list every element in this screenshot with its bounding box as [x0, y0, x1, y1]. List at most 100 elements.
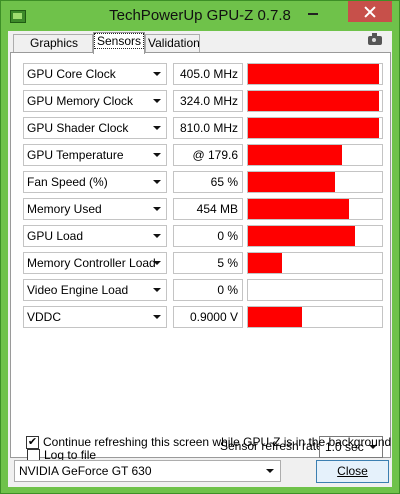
- sensor-row: Memory Used 454 MB: [23, 198, 388, 220]
- sensor-label: VDDC: [27, 310, 62, 324]
- sensor-graph: [247, 225, 383, 247]
- tab-graphics-card[interactable]: Graphics Card: [13, 34, 93, 67]
- chevron-down-icon: [153, 180, 161, 184]
- sensor-value-box: 0 %: [173, 225, 243, 247]
- sensor-value: 5 %: [217, 256, 238, 270]
- title-bar[interactable]: TechPowerUp GPU-Z 0.7.8: [1, 1, 399, 31]
- sensor-label-select[interactable]: GPU Core Clock: [23, 63, 167, 85]
- tab-sensors[interactable]: Sensors: [93, 32, 145, 54]
- sensor-graph: [247, 171, 383, 193]
- sensor-graph: [247, 252, 383, 274]
- minimize-button[interactable]: [301, 1, 325, 22]
- sensor-value: @ 179.6: [192, 148, 238, 162]
- chevron-down-icon: [153, 126, 161, 130]
- continue-refresh-label: Continue refreshing this screen while GP…: [43, 435, 392, 449]
- sensor-graph: [247, 306, 383, 328]
- sensor-graph: [247, 63, 383, 85]
- sensor-graph: [247, 117, 383, 139]
- tab-validation-label: Validation: [148, 36, 200, 50]
- chevron-down-icon: [266, 469, 274, 473]
- tab-sensors-label: Sensors: [94, 33, 145, 49]
- sensor-value: 0 %: [217, 229, 238, 243]
- sensor-row: VDDC 0.9000 V: [23, 306, 388, 328]
- sensor-row: GPU Memory Clock 324.0 MHz: [23, 90, 388, 112]
- sensor-label: Video Engine Load: [27, 283, 129, 297]
- sensor-graph-bar: [248, 91, 380, 111]
- sensor-label-select[interactable]: Fan Speed (%): [23, 171, 167, 193]
- close-button-label: Close: [337, 464, 368, 478]
- sensor-value: 405.0 MHz: [179, 67, 238, 81]
- sensor-label-select[interactable]: GPU Shader Clock: [23, 117, 167, 139]
- sensor-graph: [247, 90, 383, 112]
- sensor-graph: [247, 198, 383, 220]
- sensor-graph-bar: [248, 253, 282, 273]
- sensor-value-box: @ 179.6: [173, 144, 243, 166]
- sensor-label: GPU Core Clock: [27, 67, 116, 81]
- sensor-value: 324.0 MHz: [179, 94, 238, 108]
- chevron-down-icon: [153, 207, 161, 211]
- sensor-graph-bar: [248, 145, 342, 165]
- chevron-down-icon: [153, 315, 161, 319]
- sensor-label-select[interactable]: VDDC: [23, 306, 167, 328]
- sensor-label-select[interactable]: GPU Temperature: [23, 144, 167, 166]
- sensor-value: 0 %: [217, 283, 238, 297]
- sensor-row: GPU Load 0 %: [23, 225, 388, 247]
- window-title: TechPowerUp GPU-Z 0.7.8: [109, 7, 291, 24]
- chevron-down-icon: [153, 99, 161, 103]
- sensors-panel: GPU Core Clock 405.0 MHz GPU Memory Clock 3…: [10, 52, 391, 462]
- sensor-value: 0.9000 V: [189, 310, 238, 324]
- sensor-label-select[interactable]: GPU Memory Clock: [23, 90, 167, 112]
- sensor-label: Memory Controller Load: [27, 256, 156, 270]
- sensor-row: Video Engine Load 0 %: [23, 279, 388, 301]
- sensor-label: GPU Shader Clock: [27, 121, 129, 135]
- sensor-graph: [247, 279, 383, 301]
- sensor-value-box: 454 MB: [173, 198, 243, 220]
- tab-validation[interactable]: Validation: [145, 34, 200, 53]
- chevron-down-icon: [153, 261, 161, 265]
- sensor-label: GPU Temperature: [27, 148, 124, 162]
- gpu-select-value: NVIDIA GeForce GT 630: [19, 464, 152, 478]
- sensor-value: 454 MB: [196, 202, 238, 216]
- sensor-value-box: 405.0 MHz: [173, 63, 243, 85]
- sensor-row: GPU Temperature @ 179.6: [23, 144, 388, 166]
- sensor-graph-bar: [248, 307, 302, 327]
- camera-icon[interactable]: [368, 33, 382, 45]
- chevron-down-icon: [153, 72, 161, 76]
- sensor-value: 65 %: [210, 175, 238, 189]
- sensor-graph: [247, 144, 383, 166]
- sensor-label: GPU Memory Clock: [27, 94, 134, 108]
- sensor-value-box: 324.0 MHz: [173, 90, 243, 112]
- sensor-row: GPU Core Clock 405.0 MHz: [23, 63, 388, 85]
- continue-refresh-option[interactable]: ✔ Continue refreshing this screen while …: [26, 435, 391, 450]
- gpu-z-window: TechPowerUp GPU-Z 0.7.8 Graphics Card Se…: [0, 0, 400, 494]
- chevron-down-icon: [153, 234, 161, 238]
- client-area: Graphics Card Sensors Validation GPU Cor…: [8, 31, 392, 487]
- sensor-graph-bar: [248, 118, 380, 138]
- sensor-row: Fan Speed (%) 65 %: [23, 171, 388, 193]
- sensor-graph-bar: [248, 64, 380, 84]
- continue-refresh-checkbox[interactable]: ✔: [26, 436, 39, 449]
- sensor-value-box: 0 %: [173, 279, 243, 301]
- close-button[interactable]: Close: [316, 460, 389, 483]
- sensor-label: GPU Load: [27, 229, 84, 243]
- close-window-button[interactable]: [348, 1, 392, 22]
- gpu-select[interactable]: NVIDIA GeForce GT 630: [14, 460, 281, 482]
- chevron-down-icon: [153, 288, 161, 292]
- sensor-row: Memory Controller Load 5 %: [23, 252, 388, 274]
- sensor-label: Memory Used: [27, 202, 102, 216]
- chevron-down-icon: [153, 153, 161, 157]
- sensor-label-select[interactable]: Video Engine Load: [23, 279, 167, 301]
- sensor-graph-bar: [248, 172, 336, 192]
- sensor-value-box: 65 %: [173, 171, 243, 193]
- sensor-value-box: 810.0 MHz: [173, 117, 243, 139]
- sensor-label-select[interactable]: Memory Controller Load: [23, 252, 167, 274]
- sensor-row: GPU Shader Clock 810.0 MHz: [23, 117, 388, 139]
- sensor-value-box: 0.9000 V: [173, 306, 243, 328]
- sensor-value: 810.0 MHz: [179, 121, 238, 135]
- sensor-value-box: 5 %: [173, 252, 243, 274]
- sensor-label: Fan Speed (%): [27, 175, 108, 189]
- sensor-graph-bar: [248, 199, 349, 219]
- sensor-label-select[interactable]: Memory Used: [23, 198, 167, 220]
- sensor-label-select[interactable]: GPU Load: [23, 225, 167, 247]
- sensor-graph-bar: [248, 226, 356, 246]
